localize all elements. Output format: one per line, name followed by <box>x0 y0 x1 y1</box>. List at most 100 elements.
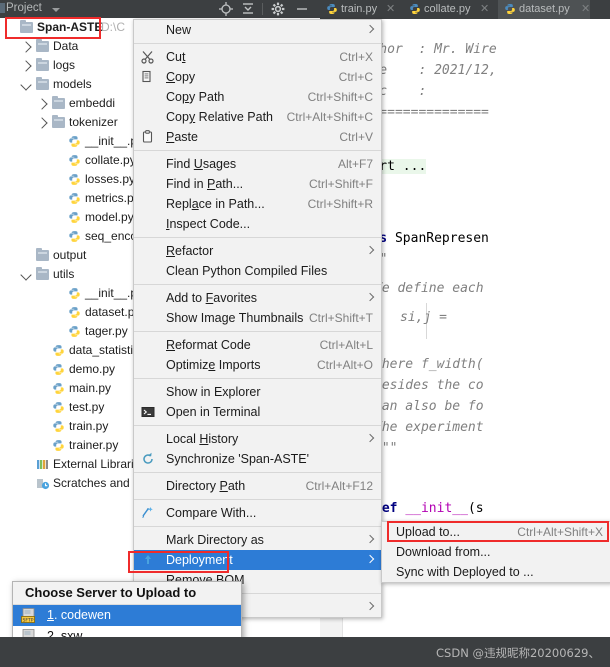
menu-item-compare-with[interactable]: Compare With... <box>134 503 381 523</box>
refresh-icon <box>140 451 156 467</box>
server-option-codewen[interactable]: SFTP 1. codewen <box>13 605 241 626</box>
python-file-icon <box>326 3 338 15</box>
submenu-item-label: Upload to... <box>396 525 460 539</box>
menu-separator <box>134 425 381 426</box>
code-line: si,j = <box>400 311 447 325</box>
chevron-down-icon[interactable] <box>20 79 32 91</box>
code-token: (s <box>467 501 484 516</box>
menu-item-new[interactable]: New <box>134 20 381 40</box>
ide-window: Project train.py ✕ collate.py ✕ dataset.… <box>0 0 610 637</box>
python-file-icon <box>52 344 65 357</box>
terminal-icon <box>140 404 156 420</box>
menu-item-find-usages[interactable]: Find Usages Alt+F7 <box>134 154 381 174</box>
menu-separator <box>134 237 381 238</box>
menu-item-add-to-favorites[interactable]: Add to Favorites <box>134 288 381 308</box>
menu-item-find-in-path[interactable]: Find in Path... Ctrl+Shift+F <box>134 174 381 194</box>
chevron-right-icon[interactable] <box>36 98 48 110</box>
folder-icon <box>52 96 65 109</box>
menu-item-label: Add to Favorites <box>166 291 258 305</box>
tree-item-label: External Librarie <box>53 457 141 471</box>
chevron-right-icon[interactable] <box>20 41 32 53</box>
submenu-item-upload-to[interactable]: Upload to... Ctrl+Alt+Shift+X <box>382 522 610 542</box>
menu-item-local-history[interactable]: Local History <box>134 429 381 449</box>
chevron-down-icon[interactable] <box>20 269 32 281</box>
close-icon[interactable]: ✕ <box>480 0 489 19</box>
python-file-icon <box>68 230 81 243</box>
python-file-icon <box>68 211 81 224</box>
tree-item-label: data_statistic <box>69 343 140 357</box>
tree-item-label: Data <box>53 39 79 53</box>
locate-icon[interactable] <box>218 1 234 17</box>
menu-item-label: Copy Path <box>166 90 225 104</box>
menu-item-refactor[interactable]: Refactor <box>134 241 381 261</box>
menu-item-synchronize-span-aste[interactable]: Synchronize 'Span-ASTE' <box>134 449 381 469</box>
menu-item-mark-directory-as[interactable]: Mark Directory as <box>134 530 381 550</box>
context-menu[interactable]: New Cut Ctrl+X Copy Ctrl+C Copy Path Ctrl+Shif… <box>133 19 382 618</box>
chevron-right-icon <box>365 534 375 544</box>
chevron-down-icon[interactable] <box>52 8 60 12</box>
menu-item-label: Show in Explorer <box>166 385 261 399</box>
settings-gear-icon[interactable] <box>270 1 286 17</box>
folder-icon <box>36 58 49 71</box>
tree-item-label: dataset.p <box>85 305 135 319</box>
watermark-text: CSDN @违规昵称20200629、 <box>436 646 600 660</box>
code-line: can also be fo <box>374 400 484 414</box>
menu-item-show-in-explorer[interactable]: Show in Explorer <box>134 382 381 402</box>
chevron-right-icon[interactable] <box>20 60 32 72</box>
chevron-right-icon[interactable] <box>36 117 48 129</box>
menu-item-reformat-code[interactable]: Reformat Code Ctrl+Alt+L <box>134 335 381 355</box>
python-file-icon <box>504 3 516 15</box>
code-token: We define each <box>374 281 484 296</box>
code-token: SpanRepresen <box>394 231 489 246</box>
folder-icon <box>36 39 49 52</box>
menu-separator <box>134 43 381 44</box>
tree-item-label: tager.py <box>85 324 128 338</box>
menu-item-copy[interactable]: Copy Ctrl+C <box>134 67 381 87</box>
menu-item-replace-in-path[interactable]: Replace in Path... Ctrl+Shift+R <box>134 194 381 214</box>
submenu-item-sync-with-deployed-to[interactable]: Sync with Deployed to ... <box>382 562 610 582</box>
menu-separator <box>134 499 381 500</box>
server-option-sxw[interactable]: SFTP 2. sxw <box>13 626 241 637</box>
tab-collate-py[interactable]: collate.py ✕ <box>403 0 493 19</box>
sftp-server-icon: SFTP <box>21 608 38 623</box>
submenu-item-download-from[interactable]: Download from... <box>382 542 610 562</box>
tab-dataset-py[interactable]: dataset.py ✕ <box>498 0 590 19</box>
svg-text:SFTP: SFTP <box>22 617 33 623</box>
python-file-icon <box>68 306 81 319</box>
tree-item-label: utils <box>53 267 75 281</box>
choose-server-dialog[interactable]: Choose Server to Upload to SFTP 1. codewe… <box>12 581 242 637</box>
python-file-icon <box>68 154 81 167</box>
menu-item-cut[interactable]: Cut Ctrl+X <box>134 47 381 67</box>
close-icon[interactable]: ✕ <box>386 0 395 19</box>
server-option-label: 2. sxw <box>47 629 83 637</box>
collapse-all-icon[interactable] <box>240 1 256 17</box>
deployment-submenu[interactable]: Upload to... Ctrl+Alt+Shift+X Download fro… <box>381 521 610 583</box>
tab-train-py[interactable]: train.py ✕ <box>320 0 398 19</box>
menu-item-show-image-thumbnails[interactable]: Show Image Thumbnails Ctrl+Shift+T <box>134 308 381 328</box>
python-file-icon <box>68 173 81 186</box>
sftp-server-icon: SFTP <box>21 629 38 637</box>
chevron-right-icon <box>365 601 375 611</box>
minimize-icon[interactable] <box>294 1 310 17</box>
menu-item-label: Compare With... <box>166 506 257 520</box>
menu-item-label: Reformat Code <box>166 338 251 352</box>
menu-item-inspect-code[interactable]: Inspect Code... <box>134 214 381 234</box>
menu-item-optimize-imports[interactable]: Optimize Imports Ctrl+Alt+O <box>134 355 381 375</box>
tree-item-label: seq_enco <box>85 229 138 243</box>
menu-item-deployment[interactable]: Deployment <box>134 550 381 570</box>
menu-item-copy-relative-path[interactable]: Copy Relative Path Ctrl+Alt+Shift+C <box>134 107 381 127</box>
tree-item-label: metrics.p <box>85 191 134 205</box>
code-line: We define each <box>374 282 484 296</box>
menu-item-label: Deployment <box>166 553 233 567</box>
tree-item-label: test.py <box>69 400 105 414</box>
python-file-icon <box>52 363 65 376</box>
menu-item-clean-python-compiled-files[interactable]: Clean Python Compiled Files <box>134 261 381 281</box>
menu-item-open-in-terminal[interactable]: Open in Terminal <box>134 402 381 422</box>
tree-item-label: Scratches and C <box>53 476 142 490</box>
close-icon[interactable]: ✕ <box>581 0 590 19</box>
chevron-right-icon <box>365 292 375 302</box>
menu-item-copy-path[interactable]: Copy Path Ctrl+Shift+C <box>134 87 381 107</box>
menu-item-paste[interactable]: Paste Ctrl+V <box>134 127 381 147</box>
folder-icon <box>36 77 49 90</box>
menu-item-directory-path[interactable]: Directory Path Ctrl+Alt+F12 <box>134 476 381 496</box>
